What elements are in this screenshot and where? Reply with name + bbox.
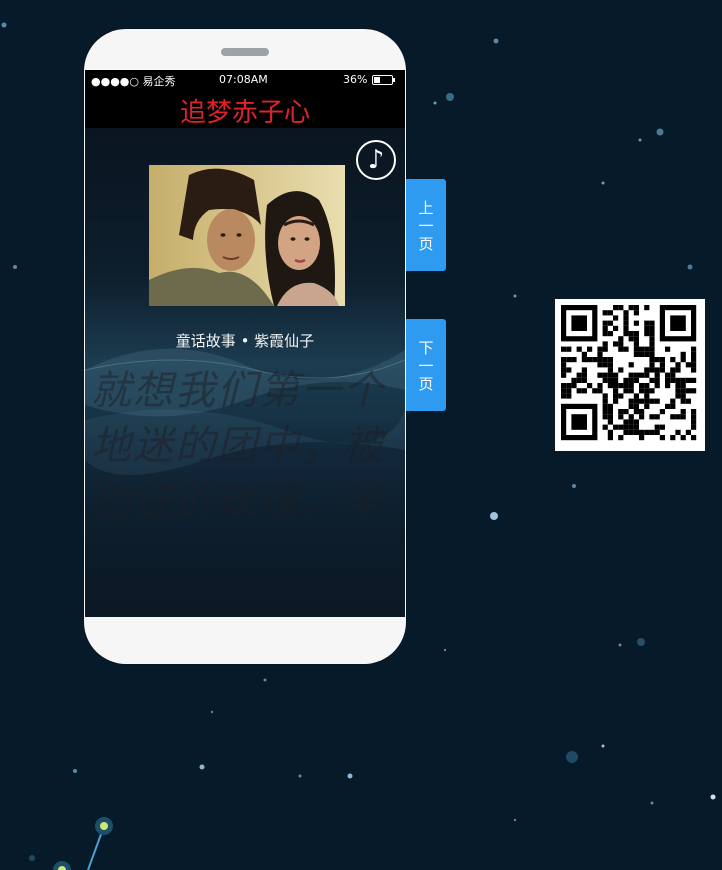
story-photo <box>149 165 345 306</box>
music-note-icon: ♪ <box>367 145 385 175</box>
couple-photo-image <box>149 165 345 306</box>
phone-frame: ●●●●○ 易企秀 07:08AM 36% 追梦赤子心 就想我们第一个 地迷的团… <box>84 29 406 664</box>
carrier-label: ●●●●○ 易企秀 <box>91 75 176 88</box>
next-button-char: 下 <box>418 339 434 357</box>
prev-button-char: 上 <box>418 199 434 217</box>
battery-percent: 36% <box>343 73 368 86</box>
prev-button-char: 一 <box>418 217 434 235</box>
battery-fill <box>374 77 381 83</box>
background-text-line: 就想我们第一个 <box>91 368 385 414</box>
next-button-char: 一 <box>418 357 434 375</box>
battery-icon <box>372 75 393 85</box>
music-toggle-button[interactable]: ♪ <box>356 140 396 180</box>
next-page-button[interactable]: 下 一 页 <box>406 319 446 411</box>
background-text-line: 地迷的团中，被 <box>91 423 385 469</box>
page-title: 追梦赤子心 <box>179 98 310 128</box>
background-calligraphy-text: 就想我们第一个 地迷的团中，被 他送的玫瑰，早 <box>91 364 401 529</box>
status-time: 07:08AM <box>219 73 268 86</box>
battery-tip <box>393 78 395 82</box>
status-bar: ●●●●○ 易企秀 07:08AM 36% <box>85 70 405 90</box>
title-bar: 追梦赤子心 <box>85 90 405 128</box>
prev-page-button[interactable]: 上 一 页 <box>406 179 446 271</box>
qr-code-icon <box>561 305 697 441</box>
next-button-char: 页 <box>418 375 434 393</box>
qr-code <box>555 299 705 451</box>
phone-screen: ●●●●○ 易企秀 07:08AM 36% 追梦赤子心 就想我们第一个 地迷的团… <box>85 70 405 617</box>
story-caption: 童话故事 • 紫霞仙子 <box>175 332 315 350</box>
prev-button-char: 页 <box>418 235 434 253</box>
phone-speaker <box>221 48 269 56</box>
background-text-line: 他送的玫瑰，早 <box>91 478 385 524</box>
